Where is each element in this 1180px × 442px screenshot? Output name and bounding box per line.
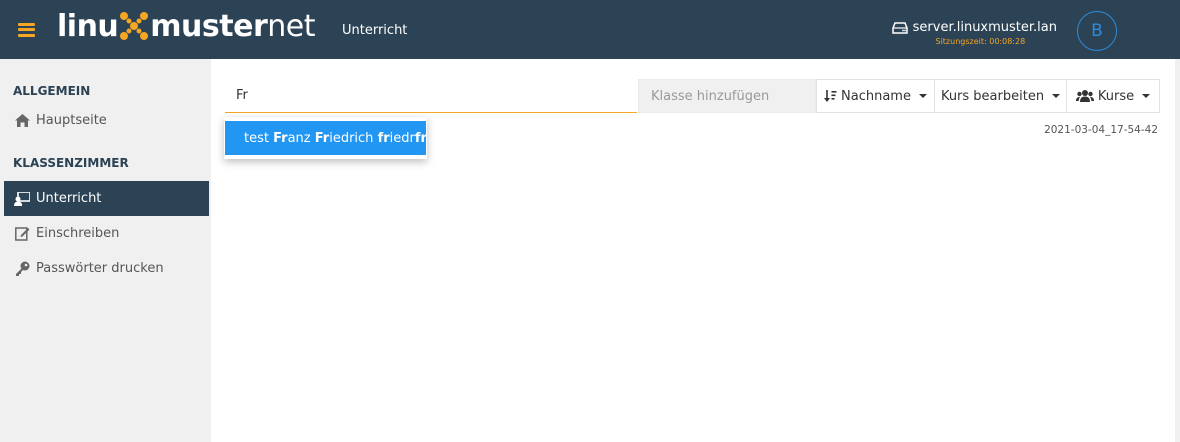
suggestion-text: iedr	[389, 130, 415, 146]
suggestion-match: fr	[377, 130, 390, 146]
server-info: server.linuxmuster.lan Sitzungszeit: 00:…	[891, 20, 1057, 46]
key-icon	[14, 261, 30, 277]
sort-icon	[824, 89, 837, 102]
sidebar-item-label: Einschreiben	[36, 226, 120, 241]
sort-button-label: Nachname	[841, 88, 911, 104]
logo-text-net: net	[267, 9, 315, 44]
sort-button[interactable]: Nachname	[816, 79, 935, 113]
suggestion-match: fr	[414, 130, 427, 146]
menu-toggle-button[interactable]	[0, 0, 52, 59]
classroom-icon	[14, 191, 30, 207]
sidebar-item-label: Unterricht	[36, 191, 102, 206]
caret-down-icon	[1052, 94, 1061, 98]
courses-button-label: Kurse	[1097, 88, 1135, 104]
autocomplete-item[interactable]: test Fr anz Fr iedrich fr iedr fr	[225, 121, 427, 155]
sidebar-item-einschreiben[interactable]: Einschreiben	[4, 216, 209, 251]
caret-down-icon	[918, 94, 927, 98]
edit-course-button[interactable]: Kurs bearbeiten	[934, 79, 1067, 113]
session-time: Sitzungszeit: 00:08:28	[935, 37, 1026, 46]
logo[interactable]: linu muster net	[57, 6, 315, 46]
courses-button[interactable]: Kurse	[1066, 79, 1160, 113]
users-icon	[1075, 90, 1094, 102]
top-header: linu muster net Unterricht server.linuxm…	[0, 0, 1180, 59]
suggestion-text: test	[244, 130, 274, 146]
class-add-input[interactable]	[638, 79, 816, 113]
main-content: Nachname Kurs bearbeiten Kurse 2021-03-0…	[211, 59, 1175, 442]
right-edge	[1175, 59, 1180, 442]
suggestion-text: iedrich	[329, 130, 378, 146]
toolbar: Nachname Kurs bearbeiten Kurse	[225, 79, 1160, 113]
edit-icon	[14, 226, 30, 242]
server-name: server.linuxmuster.lan	[912, 20, 1057, 35]
page-title: Unterricht	[342, 23, 408, 38]
session-timestamp: 2021-03-04_17-54-42	[1044, 124, 1158, 136]
user-avatar[interactable]: B	[1077, 11, 1117, 51]
sidebar-item-label: Hauptseite	[36, 113, 107, 128]
suggestion-match: Fr	[273, 130, 288, 146]
suggestion-match: Fr	[314, 130, 330, 146]
sidebar-item-label: Passwörter drucken	[36, 261, 164, 276]
sidebar-item-unterricht[interactable]: Unterricht	[4, 181, 209, 216]
user-search-input[interactable]	[225, 79, 637, 113]
logo-text-muster: muster	[150, 9, 268, 44]
sidebar: ALLGEMEIN Hauptseite KLASSENZIMMER Unter…	[4, 59, 209, 442]
hamburger-icon	[17, 22, 35, 37]
logo-x-icon	[120, 12, 149, 40]
suggestion-text: anz	[287, 130, 315, 146]
section-klassenzimmer: KLASSENZIMMER	[13, 156, 129, 170]
autocomplete-dropdown: test Fr anz Fr iedrich fr iedr fr	[224, 117, 427, 159]
edit-course-label: Kurs bearbeiten	[940, 88, 1045, 104]
sidebar-item-passwoerter[interactable]: Passwörter drucken	[4, 251, 209, 286]
server-drive-icon	[891, 21, 908, 34]
home-icon	[14, 113, 30, 129]
caret-down-icon	[1142, 94, 1151, 98]
logo-text-linu: linu	[57, 9, 119, 44]
